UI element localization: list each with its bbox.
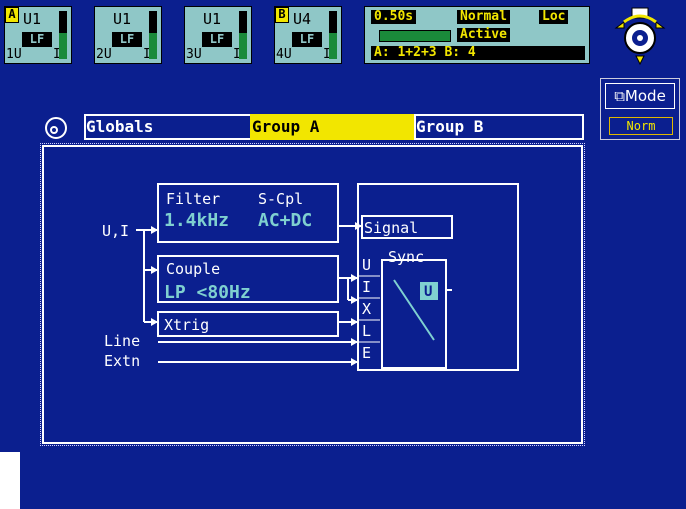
sync-input-l: L [362,322,371,340]
filter-title: Filter [166,190,220,208]
sync-input-i: I [362,278,371,296]
sync-input-e: E [362,344,371,362]
sync-label: Sync [388,248,424,266]
filter-frequency: 1.4kHz [164,210,229,231]
filter-scpl-label: S-Cpl [258,190,303,208]
input-extn-label: Extn [104,352,140,370]
sync-input-x: X [362,300,371,318]
xtrig-label: Xtrig [164,316,209,334]
instrument-screen: A U1 LF 1U I U1 LF 2U I U1 LF 3U I B U4 … [0,0,686,509]
sync-box[interactable] [381,259,447,369]
signal-label: Signal [364,219,418,237]
signal-flow-diagram: Filter S-Cpl 1.4kHz AC+DC Couple LP <80H… [102,183,519,371]
sync-input-u: U [362,256,371,274]
couple-title: Couple [166,260,220,278]
couple-value: LP <80Hz [164,282,251,303]
screen-edge [0,452,20,509]
sync-source-badge: U [424,284,432,300]
filter-coupling: AC+DC [258,210,312,231]
input-ui-label: U,I [102,222,129,240]
input-line-label: Line [104,332,140,350]
